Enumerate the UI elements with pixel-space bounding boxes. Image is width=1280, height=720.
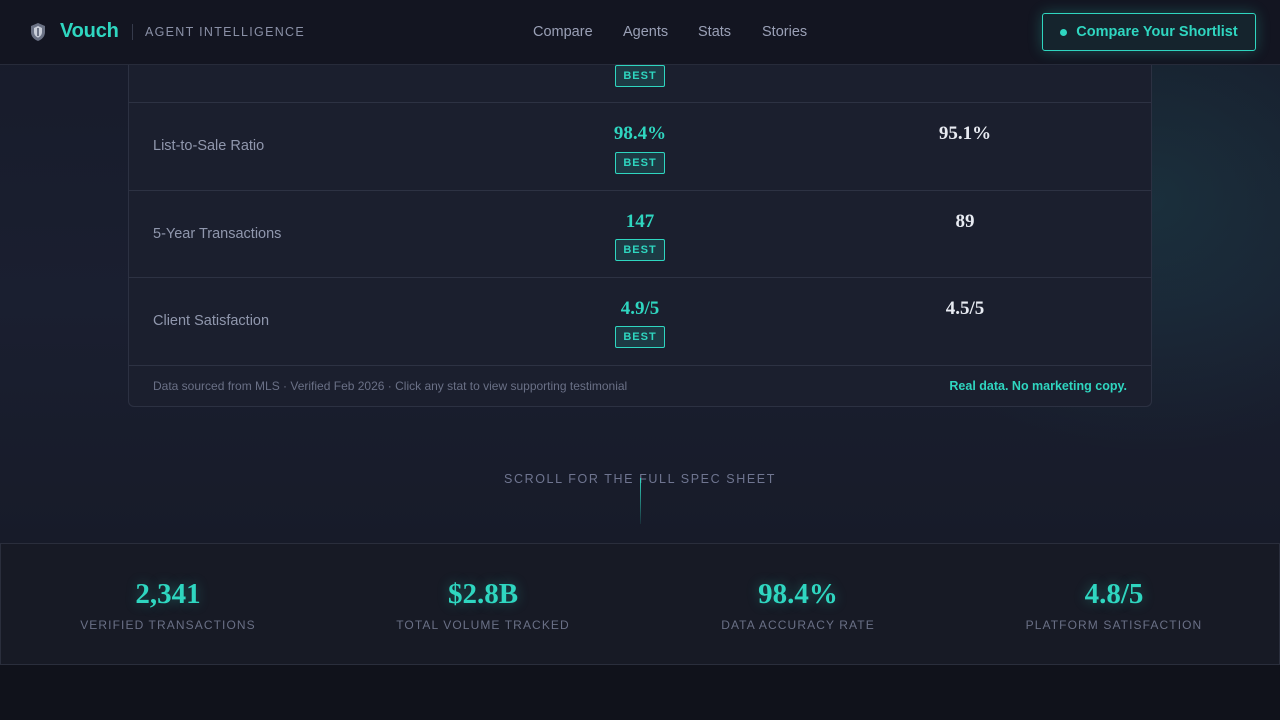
nav-link-agents[interactable]: Agents <box>623 24 668 40</box>
table-row[interactable]: List-to-Sale Ratio 98.4% BEST 95.1% <box>129 103 1151 191</box>
agent-a-value[interactable]: 98.4% <box>540 123 740 145</box>
status-dot-icon <box>1060 28 1068 36</box>
compare-shortlist-label: Compare Your Shortlist <box>1076 24 1238 40</box>
brand-name[interactable]: Vouch <box>60 20 119 43</box>
page: BEST List-to-Sale Ratio 98.4% BEST 95.1%… <box>0 0 1280 720</box>
best-badge: BEST <box>615 239 665 261</box>
compare-shortlist-button[interactable]: Compare Your Shortlist <box>1042 13 1256 51</box>
nav-link-compare[interactable]: Compare <box>533 24 593 40</box>
comparison-table: BEST List-to-Sale Ratio 98.4% BEST 95.1%… <box>128 10 1152 407</box>
stat-label: DATA ACCURACY RATE <box>721 618 875 632</box>
scroll-indicator-line <box>640 478 641 524</box>
real-data-claim: Real data. No marketing copy. <box>949 379 1127 393</box>
table-row[interactable]: Client Satisfaction 4.9/5 BEST 4.5/5 <box>129 278 1151 366</box>
stat-value: 98.4% <box>758 578 838 610</box>
agent-b-value[interactable]: 89 <box>865 211 1065 233</box>
agent-b-value[interactable]: 4.5/5 <box>865 298 1065 320</box>
data-source-note: Data sourced from MLS · Verified Feb 202… <box>153 379 628 393</box>
metric-label: 5-Year Transactions <box>153 226 282 242</box>
brand-divider <box>132 24 133 40</box>
brand-tagline: AGENT INTELLIGENCE <box>145 25 306 39</box>
stat-value: $2.8B <box>447 578 519 610</box>
stat-label: TOTAL VOLUME TRACKED <box>396 618 570 632</box>
best-badge: BEST <box>615 326 665 348</box>
best-badge: BEST <box>615 65 665 87</box>
agent-a-value[interactable]: 147 <box>540 211 740 233</box>
stat-label: PLATFORM SATISFACTION <box>1025 618 1203 632</box>
top-nav: Vouch AGENT INTELLIGENCE Compare Agents … <box>0 0 1280 65</box>
stat-value: 2,341 <box>135 578 201 610</box>
nav-link-stories[interactable]: Stories <box>762 24 807 40</box>
stats-band: 2,341 VERIFIED TRANSACTIONS $2.8B TOTAL … <box>0 543 1280 665</box>
nav-link-stats[interactable]: Stats <box>698 24 731 40</box>
table-row[interactable]: 5-Year Transactions 147 BEST 89 <box>129 191 1151 278</box>
agent-a-value[interactable]: 4.9/5 <box>540 298 740 320</box>
stat-value: 4.8/5 <box>1084 578 1144 610</box>
agent-b-value[interactable]: 95.1% <box>865 123 1065 145</box>
shield-logo-icon <box>31 23 45 41</box>
stat-label: VERIFIED TRANSACTIONS <box>80 618 256 632</box>
metric-label: List-to-Sale Ratio <box>153 138 265 154</box>
page-bottom <box>0 665 1280 720</box>
metric-label: Client Satisfaction <box>153 313 270 329</box>
best-badge: BEST <box>615 152 665 174</box>
